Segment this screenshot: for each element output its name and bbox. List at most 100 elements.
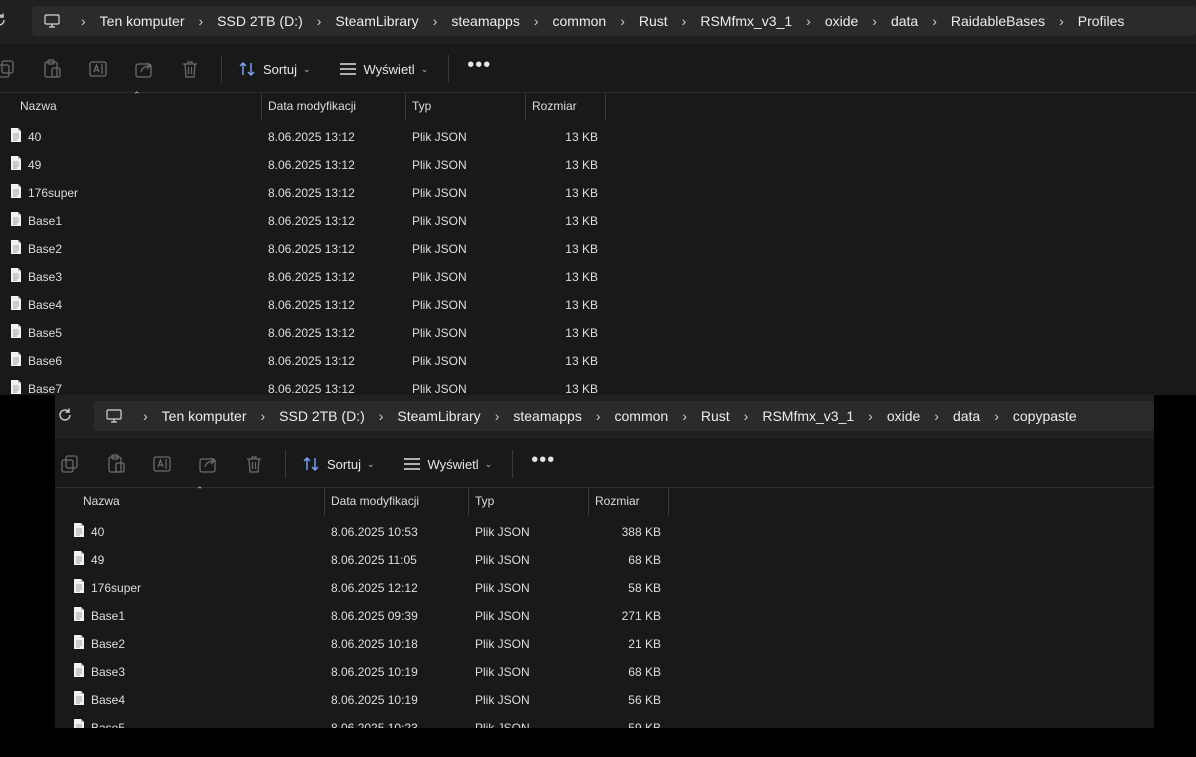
file-date: 8.06.2025 13:12 xyxy=(268,158,355,172)
breadcrumb-item[interactable]: steamapps xyxy=(512,408,582,424)
refresh-icon[interactable] xyxy=(0,11,8,29)
breadcrumb-item[interactable]: steamapps xyxy=(450,13,520,29)
file-row[interactable]: 176super 8.06.2025 13:12 Plik JSON 13 KB xyxy=(0,179,610,207)
chevron-right-icon[interactable]: › xyxy=(1046,13,1077,29)
file-row[interactable]: 49 8.06.2025 13:12 Plik JSON 13 KB xyxy=(0,151,610,179)
file-row[interactable]: Base1 8.06.2025 13:12 Plik JSON 13 KB xyxy=(0,207,610,235)
chevron-right-icon[interactable]: › xyxy=(669,13,700,29)
chevron-right-icon[interactable]: › xyxy=(921,408,952,424)
breadcrumb-item[interactable]: common xyxy=(614,408,670,424)
file-size: 56 KB xyxy=(628,693,661,707)
file-row[interactable]: Base6 8.06.2025 13:12 Plik JSON 13 KB xyxy=(0,347,610,375)
breadcrumb-item[interactable]: RaidableBases xyxy=(950,13,1046,29)
refresh-icon[interactable] xyxy=(56,406,74,424)
chevron-right-icon[interactable]: › xyxy=(583,408,614,424)
chevron-right-icon[interactable]: › xyxy=(607,13,638,29)
chevron-right-icon[interactable]: › xyxy=(859,13,890,29)
delete-icon[interactable] xyxy=(244,454,264,474)
rename-icon[interactable] xyxy=(88,59,108,79)
chevron-right-icon[interactable]: › xyxy=(669,408,700,424)
column-header-name[interactable]: Nazwa xyxy=(14,93,262,121)
column-header-type[interactable]: Typ xyxy=(406,93,526,121)
file-type: Plik JSON xyxy=(412,130,467,144)
breadcrumb-item[interactable]: RSMfmx_v3_1 xyxy=(699,13,793,29)
breadcrumb-item[interactable]: oxide xyxy=(824,13,859,29)
column-header-type[interactable]: Typ xyxy=(469,488,589,516)
chevron-right-icon[interactable]: › xyxy=(521,13,552,29)
chevron-right-icon[interactable]: › xyxy=(981,408,1012,424)
share-icon[interactable] xyxy=(198,454,218,474)
rename-icon[interactable] xyxy=(152,454,172,474)
breadcrumb-item[interactable]: Rust xyxy=(638,13,669,29)
file-row[interactable]: 40 8.06.2025 10:53 Plik JSON 388 KB xyxy=(55,518,665,546)
paste-icon[interactable] xyxy=(106,454,126,474)
view-button[interactable]: Wyświetl ⌄ xyxy=(395,457,501,472)
column-header-date[interactable]: Data modyfikacji xyxy=(262,93,406,121)
file-row[interactable]: 176super 8.06.2025 12:12 Plik JSON 58 KB xyxy=(55,574,665,602)
file-date: 8.06.2025 13:12 xyxy=(268,298,355,312)
paste-icon[interactable] xyxy=(42,59,62,79)
chevron-right-icon[interactable]: › xyxy=(248,408,279,424)
breadcrumb-item[interactable]: common xyxy=(552,13,608,29)
file-row[interactable]: Base4 8.06.2025 10:19 Plik JSON 56 KB xyxy=(55,686,665,714)
file-name: Base3 xyxy=(91,665,126,679)
chevron-right-icon[interactable]: › xyxy=(68,13,99,29)
breadcrumb-item[interactable]: Rust xyxy=(700,408,731,424)
chevron-right-icon[interactable]: › xyxy=(366,408,397,424)
chevron-right-icon[interactable]: › xyxy=(919,13,950,29)
breadcrumb-item[interactable]: Ten komputer xyxy=(161,408,248,424)
file-row[interactable]: Base1 8.06.2025 09:39 Plik JSON 271 KB xyxy=(55,602,665,630)
chevron-right-icon[interactable]: › xyxy=(793,13,824,29)
breadcrumb-item[interactable]: Profiles xyxy=(1077,13,1126,29)
chevron-right-icon[interactable]: › xyxy=(130,408,161,424)
sort-button[interactable]: Sortuj ⌄ xyxy=(294,456,383,472)
address-bar[interactable]: › Ten komputer › SSD 2TB (D:) › SteamLibrary ›… xyxy=(94,401,1154,431)
file-row[interactable]: 49 8.06.2025 11:05 Plik JSON 68 KB xyxy=(55,546,665,574)
delete-icon[interactable] xyxy=(180,59,200,79)
file-row[interactable]: Base2 8.06.2025 10:18 Plik JSON 21 KB xyxy=(55,630,665,658)
chevron-right-icon[interactable]: › xyxy=(482,408,513,424)
file-row[interactable]: Base3 8.06.2025 10:19 Plik JSON 68 KB xyxy=(55,658,665,686)
file-row[interactable]: Base5 8.06.2025 13:12 Plik JSON 13 KB xyxy=(0,319,610,347)
breadcrumb-item[interactable]: SteamLibrary xyxy=(334,13,419,29)
column-header-date[interactable]: Data modyfikacji xyxy=(325,488,469,516)
toolbar-divider xyxy=(448,55,450,83)
breadcrumb-item[interactable]: SteamLibrary xyxy=(396,408,481,424)
chevron-right-icon[interactable]: › xyxy=(186,13,217,29)
json-file-icon xyxy=(11,268,21,282)
file-row[interactable]: Base3 8.06.2025 13:12 Plik JSON 13 KB xyxy=(0,263,610,291)
copy-icon[interactable] xyxy=(0,59,16,79)
copy-icon[interactable] xyxy=(60,454,80,474)
share-icon[interactable] xyxy=(134,59,154,79)
breadcrumb-item[interactable]: data xyxy=(952,408,981,424)
breadcrumb-item[interactable]: data xyxy=(890,13,919,29)
chevron-right-icon[interactable]: › xyxy=(855,408,886,424)
column-header-name[interactable]: Nazwa xyxy=(77,488,325,516)
breadcrumb-item[interactable]: copypaste xyxy=(1012,408,1078,424)
column-header-size[interactable]: Rozmiar xyxy=(526,93,606,121)
command-bar: Sortuj ⌄ Wyświetl ⌄ ••• xyxy=(0,46,1196,92)
sort-button[interactable]: Sortuj ⌄ xyxy=(230,61,319,77)
breadcrumb-item[interactable]: oxide xyxy=(886,408,921,424)
more-options-button[interactable]: ••• xyxy=(457,54,501,77)
breadcrumb-item[interactable]: Ten komputer xyxy=(99,13,186,29)
json-file-icon xyxy=(11,324,21,338)
more-options-button[interactable]: ••• xyxy=(521,449,565,472)
file-row[interactable]: Base7 8.06.2025 13:12 Plik JSON 13 KB xyxy=(0,375,610,395)
file-row[interactable]: Base2 8.06.2025 13:12 Plik JSON 13 KB xyxy=(0,235,610,263)
address-bar[interactable]: › Ten komputer › SSD 2TB (D:) › SteamLibrary ›… xyxy=(32,6,1196,36)
chevron-right-icon[interactable]: › xyxy=(420,13,451,29)
file-type: Plik JSON xyxy=(412,186,467,200)
chevron-right-icon[interactable]: › xyxy=(304,13,335,29)
file-row[interactable]: Base4 8.06.2025 13:12 Plik JSON 13 KB xyxy=(0,291,610,319)
file-row[interactable]: 40 8.06.2025 13:12 Plik JSON 13 KB xyxy=(0,123,610,151)
column-header-size[interactable]: Rozmiar xyxy=(589,488,669,516)
file-name: 40 xyxy=(91,525,105,539)
file-row[interactable]: Base5 8.06.2025 10:23 Plik JSON 59 KB xyxy=(55,714,665,728)
breadcrumb-item[interactable]: SSD 2TB (D:) xyxy=(278,408,366,424)
breadcrumb-item[interactable]: SSD 2TB (D:) xyxy=(216,13,304,29)
file-type: Plik JSON xyxy=(475,637,530,651)
chevron-right-icon[interactable]: › xyxy=(731,408,762,424)
breadcrumb-item[interactable]: RSMfmx_v3_1 xyxy=(761,408,855,424)
view-button[interactable]: Wyświetl ⌄ xyxy=(331,62,437,77)
